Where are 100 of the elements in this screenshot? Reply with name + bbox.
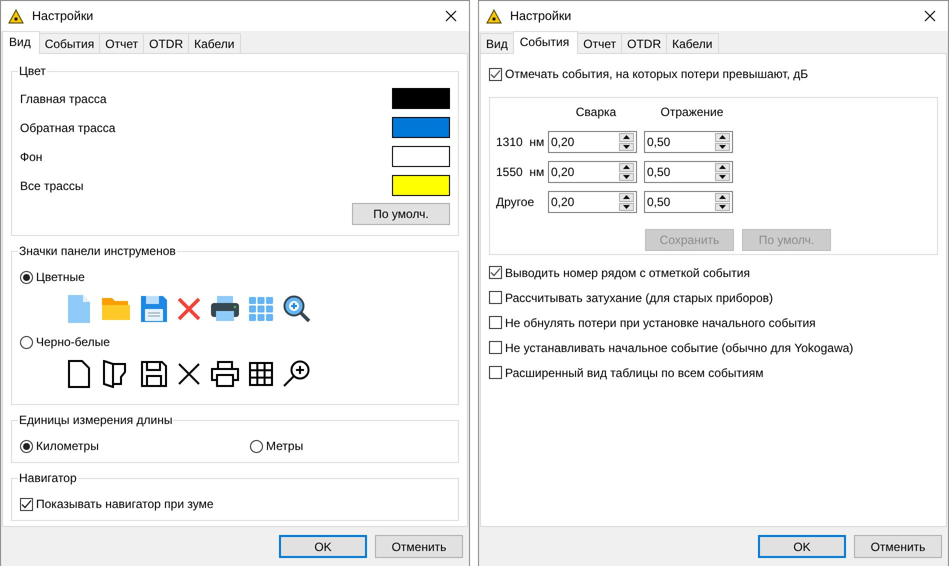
printer-icon xyxy=(211,361,239,387)
column-header: Отражение xyxy=(660,105,724,121)
zoom-in-icon xyxy=(283,360,311,388)
spin-up-button[interactable] xyxy=(715,133,730,142)
checkbox-label: Показывать навигатор при зуме xyxy=(36,497,214,511)
radio-button[interactable] xyxy=(20,440,33,452)
spin-down-button[interactable] xyxy=(619,142,634,151)
color-swatch[interactable] xyxy=(392,175,450,196)
spin-box[interactable]: 0,20 xyxy=(548,131,637,153)
window-title: Настройки xyxy=(32,9,94,23)
ok-button[interactable]: OK xyxy=(758,535,846,558)
spin-up-button[interactable] xyxy=(715,193,730,202)
spin-box[interactable]: 0,50 xyxy=(644,191,733,213)
radio-button[interactable] xyxy=(20,336,33,348)
value-field[interactable]: 0,50 xyxy=(645,162,709,182)
warning-icon xyxy=(486,8,502,24)
spin-down-button[interactable] xyxy=(715,142,730,151)
checkbox-label: Не обнулять потери при установке начального события xyxy=(505,316,816,330)
close-icon[interactable] xyxy=(924,10,936,22)
checkbox[interactable] xyxy=(489,266,502,279)
checkbox[interactable] xyxy=(489,341,502,354)
checkbox-label: Выводить номер рядом с отметкой события xyxy=(505,266,750,280)
checkbox[interactable] xyxy=(489,316,502,329)
checkbox[interactable] xyxy=(489,291,502,304)
radio-label: Километры xyxy=(36,439,99,453)
checkbox-label: Отмечать события, на которых потери превышают, дБ xyxy=(505,67,808,81)
checkbox[interactable] xyxy=(489,366,502,379)
grid-icon xyxy=(249,297,273,321)
spin-down-button[interactable] xyxy=(619,172,634,181)
group-title: Цвет xyxy=(18,64,47,78)
color-label: Фон xyxy=(20,150,42,164)
grid-icon xyxy=(249,362,273,386)
spin-box[interactable]: 0,20 xyxy=(548,161,637,183)
checkbox[interactable] xyxy=(20,498,33,510)
value-field[interactable]: 0,50 xyxy=(645,132,709,152)
default-button[interactable]: По умолч. xyxy=(352,203,450,225)
value-field[interactable]: 0,50 xyxy=(645,192,709,212)
tab[interactable]: Кабели xyxy=(666,33,719,53)
color-swatch[interactable] xyxy=(392,88,450,109)
column-header: Сварка xyxy=(574,105,618,121)
spin-box[interactable]: 0,20 xyxy=(548,191,637,213)
spin-box[interactable]: 0,50 xyxy=(644,161,733,183)
radio-button[interactable] xyxy=(250,440,263,452)
down-arrow-icon xyxy=(623,144,630,149)
spin-down-button[interactable] xyxy=(715,172,730,181)
warning-icon xyxy=(8,8,24,24)
printer-icon xyxy=(211,296,239,322)
tab[interactable]: Вид xyxy=(480,33,514,53)
value-field[interactable]: 0,20 xyxy=(549,132,613,152)
up-arrow-icon xyxy=(623,135,630,140)
color-swatch[interactable] xyxy=(392,117,450,138)
checkbox-label: Рассчитывать затухание (для старых приборов) xyxy=(505,290,774,304)
cross-icon xyxy=(177,297,201,321)
spin-up-button[interactable] xyxy=(715,163,730,172)
window-title: Настройки xyxy=(510,9,572,23)
color-label: Обратная трасса xyxy=(20,120,116,134)
up-arrow-icon xyxy=(623,165,630,170)
row-label: 1310 нм xyxy=(496,135,546,149)
cancel-button[interactable]: Отменить xyxy=(375,535,463,558)
color-swatch[interactable] xyxy=(392,146,450,167)
tab[interactable]: Вид xyxy=(2,31,40,54)
color-label: Все трассы xyxy=(20,178,84,192)
checkbox[interactable] xyxy=(489,68,502,80)
color-label: Главная трасса xyxy=(20,92,107,106)
spin-box[interactable]: 0,50 xyxy=(644,131,733,153)
group-title: Единицы измерения длины xyxy=(18,413,174,427)
spin-down-button[interactable] xyxy=(619,202,634,211)
row-label: 1550 нм xyxy=(496,165,546,179)
down-arrow-icon xyxy=(623,204,630,209)
value-field[interactable]: 0,20 xyxy=(549,192,613,212)
ok-button[interactable]: OK xyxy=(279,535,367,558)
cancel-button[interactable]: Отменить xyxy=(854,535,942,558)
tab[interactable]: События xyxy=(512,31,578,54)
tab[interactable]: Кабели xyxy=(188,33,241,53)
close-icon[interactable] xyxy=(445,10,457,22)
down-arrow-icon xyxy=(623,174,630,179)
spin-up-button[interactable] xyxy=(619,193,634,202)
up-arrow-icon xyxy=(719,135,726,140)
radio-button[interactable] xyxy=(20,270,33,284)
group-title: Навигатор xyxy=(18,471,78,485)
radio-label: Метры xyxy=(266,439,304,453)
spin-up-button[interactable] xyxy=(619,133,634,142)
spin-down-button[interactable] xyxy=(715,202,730,211)
zoom-in-icon xyxy=(283,295,311,323)
spin-up-button[interactable] xyxy=(619,163,634,172)
row-label: Другое xyxy=(496,195,536,209)
value-field[interactable]: 0,20 xyxy=(549,162,613,182)
up-arrow-icon xyxy=(719,195,726,200)
checkbox-label: Не устанавливать начальное событие (обычно для Yokogawa) xyxy=(505,340,854,354)
group-title: Значки панели инструменов xyxy=(18,244,177,258)
checkbox-label: Расширенный вид таблицы по всем событиям xyxy=(505,366,764,380)
radio-label: Цветные xyxy=(36,270,85,284)
down-arrow-icon xyxy=(719,144,726,149)
cross-icon xyxy=(177,362,201,386)
up-arrow-icon xyxy=(719,165,726,170)
document-icon xyxy=(67,360,91,388)
down-arrow-icon xyxy=(719,174,726,179)
folder-icon xyxy=(101,295,131,323)
down-arrow-icon xyxy=(719,204,726,209)
document-icon xyxy=(67,295,91,323)
